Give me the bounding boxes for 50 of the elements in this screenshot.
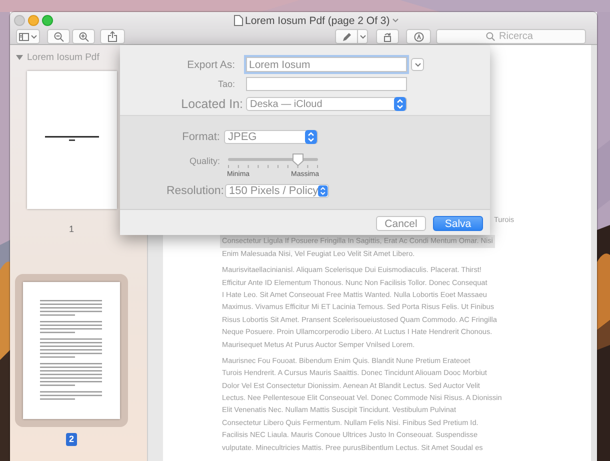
window-title: Lorem Iosum Pdf (page 2 Of 3) xyxy=(245,14,390,26)
pen-icon xyxy=(342,32,352,42)
search-icon xyxy=(486,32,495,41)
expand-button[interactable] xyxy=(411,58,424,71)
rotate-button[interactable] xyxy=(376,29,399,44)
field-label: Quality: xyxy=(188,156,220,166)
stepper-icon xyxy=(305,130,317,144)
close-button[interactable] xyxy=(14,15,25,26)
stepper-icon xyxy=(318,184,328,198)
chevron-icon[interactable] xyxy=(392,18,399,23)
field-label: Tao: xyxy=(216,79,235,89)
selected-page-frame[interactable] xyxy=(15,274,128,427)
rotate-icon xyxy=(382,32,393,42)
caret-icon xyxy=(360,34,366,38)
page-number: 2 xyxy=(66,433,77,446)
location-popup[interactable]: Deska — iCloud xyxy=(246,97,407,111)
field-label: Resolution: xyxy=(165,185,224,197)
disclosure-triangle-icon[interactable] xyxy=(16,54,23,60)
zoom-out-button[interactable] xyxy=(47,29,70,44)
zoom-in-button[interactable] xyxy=(72,29,95,44)
search-field[interactable]: Ricerca xyxy=(436,29,586,44)
pen-button[interactable] xyxy=(335,29,358,44)
format-popup[interactable]: JPEG xyxy=(224,130,318,144)
field-label: Located In: xyxy=(180,97,243,111)
share-button[interactable] xyxy=(100,29,125,44)
document-icon xyxy=(234,15,243,26)
page-number: 1 xyxy=(68,223,75,236)
minimize-button[interactable] xyxy=(28,15,39,26)
pen-menu-button[interactable] xyxy=(358,29,368,44)
sidebar-title: Lorem Iosum Pdf xyxy=(27,52,100,62)
field-label: Export As: xyxy=(186,58,235,70)
chevron-icon xyxy=(414,62,420,66)
page-thumbnail[interactable] xyxy=(26,71,116,209)
caret-icon xyxy=(31,34,37,38)
stepper-icon xyxy=(394,97,406,111)
cancel-button[interactable]: Cancel xyxy=(376,216,426,231)
sidebar-icon xyxy=(19,32,29,40)
zoom-button[interactable] xyxy=(42,15,53,26)
share-icon xyxy=(108,31,117,42)
tag-field[interactable] xyxy=(246,77,407,91)
slider-thumb[interactable] xyxy=(292,153,304,166)
save-button[interactable]: Salva xyxy=(433,216,483,231)
field-label: Format: xyxy=(181,131,220,143)
markup-icon xyxy=(414,32,424,42)
zoom-out-icon xyxy=(54,32,64,42)
sidebar-button[interactable] xyxy=(16,29,40,44)
filename-field[interactable]: Lorem Iosum xyxy=(246,57,407,72)
resolution-popup[interactable]: 150 Pixels / Policy xyxy=(225,184,329,198)
markup-button[interactable] xyxy=(406,29,431,44)
zoom-in-icon xyxy=(78,32,88,42)
